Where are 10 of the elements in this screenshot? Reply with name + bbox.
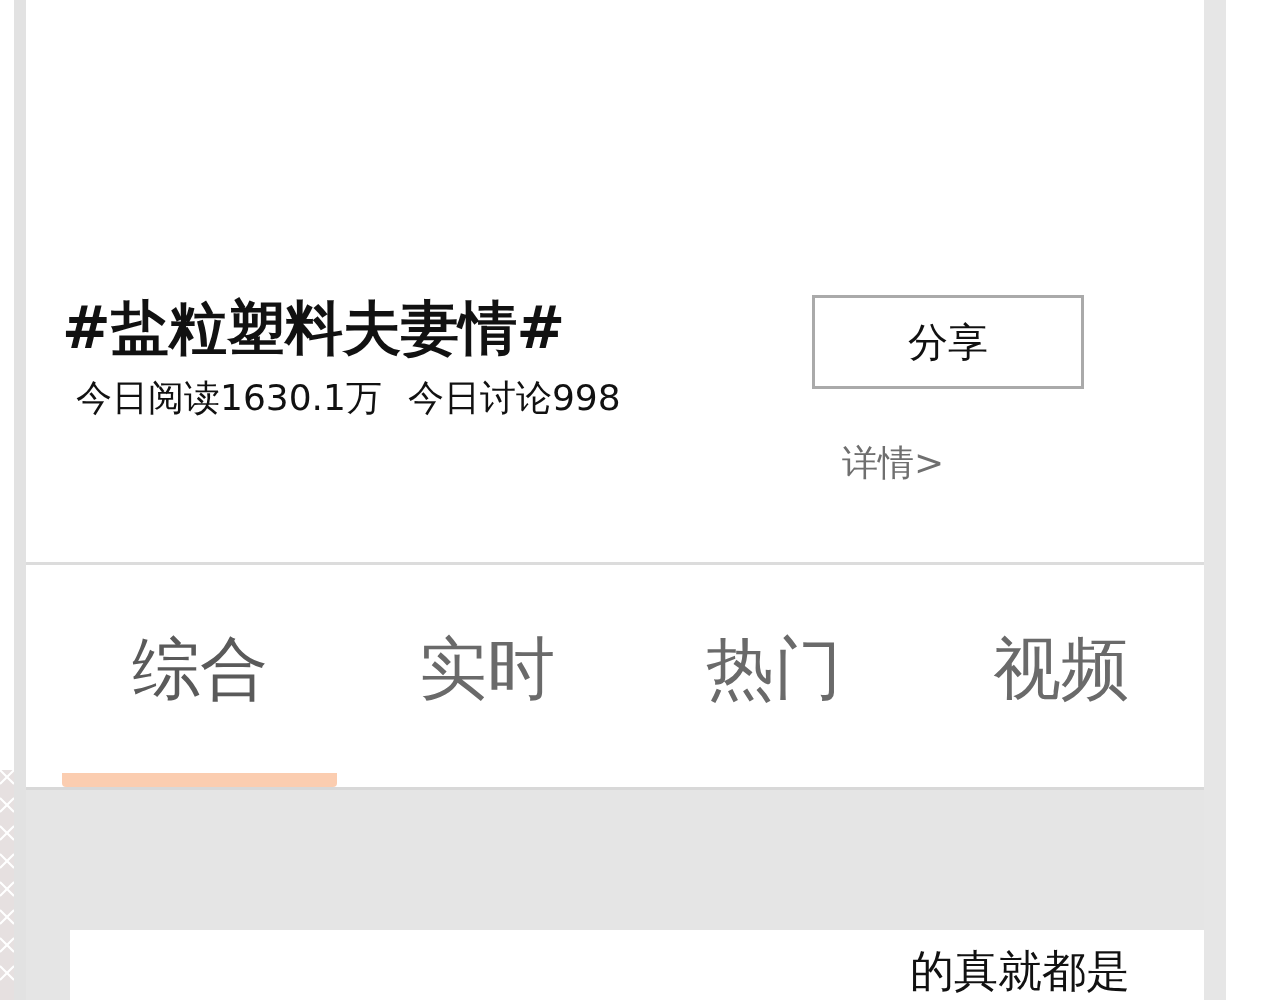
tab[interactable]: 实时 bbox=[349, 565, 624, 787]
topic-stat: 今日阅读1630.1万 bbox=[76, 375, 382, 419]
tab[interactable]: 热门 bbox=[636, 565, 911, 787]
tab[interactable]: 综合 bbox=[62, 565, 337, 787]
details-link[interactable]: 详情> bbox=[842, 439, 945, 488]
share-button[interactable]: 分享 bbox=[812, 295, 1084, 389]
tab[interactable]: 视频 bbox=[923, 565, 1198, 787]
post-text: 的真就都是 bbox=[910, 948, 1130, 995]
topic-title: #盐粒塑料夫妻情# bbox=[62, 295, 566, 362]
topic-stat: 今日讨论998 bbox=[407, 375, 621, 419]
